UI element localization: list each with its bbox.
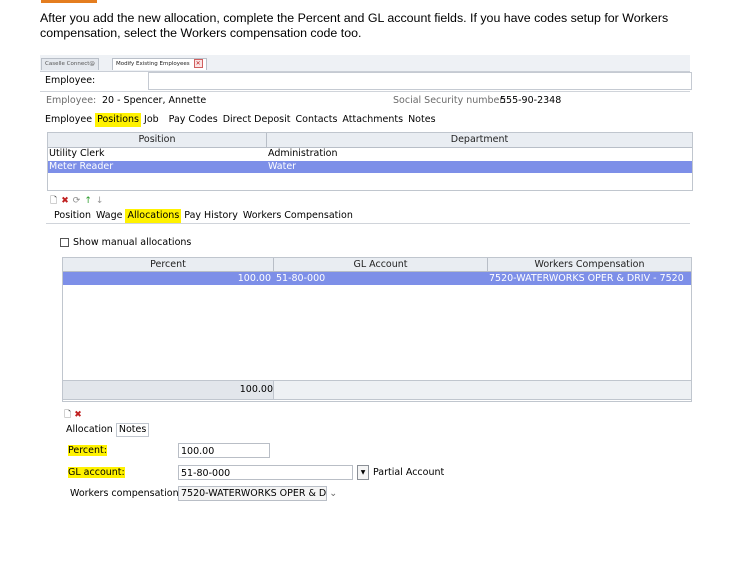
partial-account-label: Partial Account <box>373 467 445 478</box>
move-down-icon[interactable]: ↓ <box>96 196 104 206</box>
tab-notes[interactable]: Notes <box>406 113 437 127</box>
percent-cell: 100.00 <box>237 273 271 284</box>
department-cell: Water <box>268 161 297 172</box>
gl-account-label: GL account: <box>68 467 125 478</box>
percent-input[interactable]: 100.00 <box>178 443 270 458</box>
tab-wage[interactable]: Wage <box>94 209 124 223</box>
add-icon[interactable]: 🗋 <box>64 410 71 420</box>
column-header-position[interactable]: Position <box>48 133 267 147</box>
refresh-icon[interactable]: ⟳ <box>73 196 81 206</box>
column-header-percent[interactable]: Percent <box>63 258 274 271</box>
doc-tab-label: Caselle Connect@ <box>45 61 95 67</box>
add-icon[interactable]: 🗋 <box>50 193 57 209</box>
gl-account-cell: 51-80-000 <box>276 273 326 284</box>
doc-tab-modify-employees[interactable]: Modify Existing Employees ✕ <box>112 58 207 70</box>
document-tabbar: Caselle Connect@ Modify Existing Employe… <box>40 55 690 72</box>
percent-label: Percent: <box>68 445 107 456</box>
employee-label: Employee: <box>45 75 96 86</box>
show-manual-checkbox[interactable] <box>60 238 69 247</box>
employee-info-value: 20 - Spencer, Annette <box>102 95 207 106</box>
column-header-department[interactable]: Department <box>267 133 692 147</box>
percent-total: 100.00 <box>63 381 274 399</box>
workers-comp-value: 7520-WATERWORKS OPER & D <box>181 488 327 499</box>
tab-position[interactable]: Position <box>52 209 93 223</box>
gl-account-input[interactable]: 51-80-000 <box>178 465 353 480</box>
employee-input[interactable] <box>148 72 692 90</box>
position-subtabs: Position Wage Allocations Pay History Worker… <box>52 209 356 223</box>
allocation-toolbar: 🗋 ✖ <box>64 407 82 423</box>
employee-info-label: Employee: <box>46 95 97 106</box>
tab-workers-compensation[interactable]: Workers Compensation <box>241 209 355 223</box>
position-cell: Meter Reader <box>49 161 114 172</box>
allocations-total-row: 100.00 <box>62 380 692 400</box>
workers-comp-select[interactable]: 7520-WATERWORKS OPER & D ⌄ <box>178 486 337 501</box>
instruction-text: After you add the new allocation, comple… <box>40 11 669 40</box>
ssn-value: 555-90-2348 <box>500 95 562 106</box>
divider <box>46 223 690 224</box>
workers-comp-label: Workers compensation: <box>70 488 182 499</box>
table-row-selected[interactable]: Meter Reader Water <box>48 161 692 173</box>
doc-tab-label: Modify Existing Employees <box>116 61 190 67</box>
tab-attachments[interactable]: Attachments <box>340 113 405 127</box>
tab-allocation-notes[interactable]: Notes <box>115 423 150 437</box>
position-cell: Utility Clerk <box>49 148 105 159</box>
department-cell: Administration <box>268 148 338 159</box>
tab-pay-codes[interactable]: Pay Codes <box>167 113 220 127</box>
allocations-grid-header: Percent GL Account Workers Compensation <box>63 258 691 272</box>
chevron-down-icon: ⌄ <box>329 488 338 499</box>
delete-icon[interactable]: ✖ <box>74 410 82 420</box>
column-header-gl-account[interactable]: GL Account <box>274 258 488 271</box>
tab-pay-history[interactable]: Pay History <box>182 209 240 223</box>
tab-contacts[interactable]: Contacts <box>294 113 340 127</box>
positions-grid-header: Position Department <box>48 133 692 148</box>
tab-direct-deposit[interactable]: Direct Deposit <box>221 113 293 127</box>
show-manual-row: Show manual allocations <box>60 237 191 248</box>
doc-tab-caselle-connect[interactable]: Caselle Connect@ <box>41 58 99 70</box>
show-manual-label: Show manual allocations <box>73 237 192 248</box>
tab-employee[interactable]: Employee <box>43 113 94 127</box>
table-row[interactable]: Utility Clerk Administration <box>48 148 692 160</box>
app-window: Caselle Connect@ Modify Existing Employe… <box>40 55 693 505</box>
tab-job[interactable]: Job <box>142 113 161 127</box>
chevron-down-icon[interactable]: ▼ <box>357 465 369 480</box>
move-up-icon[interactable]: ↑ <box>84 196 92 206</box>
table-row-selected[interactable]: 100.00 51-80-000 7520-WATERWORKS OPER & … <box>63 272 691 285</box>
tab-allocations[interactable]: Allocations <box>125 209 182 223</box>
delete-icon[interactable]: ✖ <box>61 196 69 206</box>
column-header-workers-comp[interactable]: Workers Compensation <box>488 258 691 271</box>
tab-allocation[interactable]: Allocation <box>64 424 115 436</box>
allocation-detail-tabs: Allocation Notes <box>64 423 150 437</box>
accent-bar <box>41 0 97 3</box>
position-toolbar: 🗋 ✖ ⟳ ↑ ↓ <box>50 193 107 206</box>
ssn-label: Social Security number: <box>393 95 507 106</box>
employee-info-row: Employee: 20 - Spencer, Annette Social S… <box>40 95 690 109</box>
close-icon[interactable]: ✕ <box>193 59 203 68</box>
positions-grid: Position Department Utility Clerk Admini… <box>47 132 693 191</box>
employee-lookup-row: Employee: <box>40 72 692 90</box>
workers-comp-cell: 7520-WATERWORKS OPER & DRIV - 7520 <box>489 273 684 284</box>
divider <box>40 91 690 92</box>
tab-positions[interactable]: Positions <box>95 113 142 127</box>
main-tabs: Employee Positions Job Pay Codes Direct Depo… <box>43 113 439 127</box>
